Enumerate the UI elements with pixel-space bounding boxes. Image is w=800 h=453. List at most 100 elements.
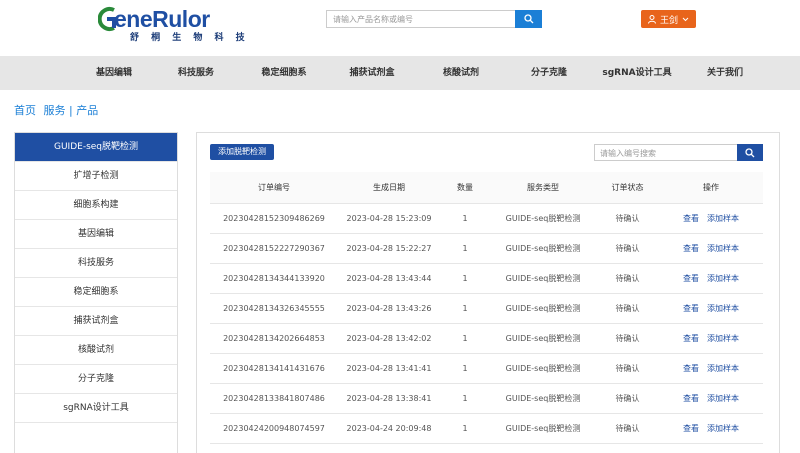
nav-item-nucleic-acid-reagents[interactable]: 核酸试剂 bbox=[443, 56, 479, 90]
cell-service-type: GUIDE-seq脱靶检测 bbox=[490, 293, 596, 324]
cell-date: 2023-04-28 13:42:02 bbox=[338, 323, 440, 354]
cell-order-id: 20230424200948074597 bbox=[210, 413, 338, 444]
add-sample-link[interactable]: 添加样本 bbox=[707, 214, 739, 223]
add-sample-link[interactable]: 添加样本 bbox=[707, 244, 739, 253]
sidebar-item-cell-line-construction[interactable]: 细胞系构建 bbox=[15, 191, 177, 220]
view-order-link[interactable]: 查看 bbox=[683, 244, 699, 253]
add-sample-link[interactable]: 添加样本 bbox=[707, 274, 739, 283]
cell-quantity: 1 bbox=[440, 203, 490, 234]
main-nav: 基因编辑 科技服务 稳定细胞系 捕获试剂盒 核酸试剂 分子克隆 sgRNA设计工… bbox=[0, 56, 800, 90]
sidebar: GUIDE-seq脱靶检测 扩增子检测 细胞系构建 基因编辑 科技服务 稳定细胞… bbox=[14, 132, 178, 453]
cell-service-type: GUIDE-seq脱靶检测 bbox=[490, 353, 596, 384]
view-order-link[interactable]: 查看 bbox=[683, 394, 699, 403]
view-order-link[interactable]: 查看 bbox=[683, 334, 699, 343]
table-row: 20230428134141431676 2023-04-28 13:41:41 1… bbox=[210, 353, 763, 384]
view-order-link[interactable]: 查看 bbox=[683, 424, 699, 433]
cell-actions: 查看 添加样本 bbox=[659, 233, 763, 264]
nav-item-sgrna-design-tool[interactable]: sgRNA设计工具 bbox=[602, 56, 671, 90]
cell-actions: 查看 添加样本 bbox=[659, 383, 763, 414]
cell-service-type: GUIDE-seq脱靶检测 bbox=[490, 233, 596, 264]
cell-service-type: GUIDE-seq脱靶检测 bbox=[490, 383, 596, 414]
sidebar-item-molecular-cloning[interactable]: 分子克隆 bbox=[15, 365, 177, 394]
view-order-link[interactable]: 查看 bbox=[683, 214, 699, 223]
order-search-input[interactable]: 请输入编号搜索 bbox=[594, 144, 737, 161]
sidebar-item-amplicon[interactable]: 扩增子检测 bbox=[15, 162, 177, 191]
cell-actions: 查看 添加样本 bbox=[659, 323, 763, 354]
product-search-input[interactable]: 请输入产品名称或编号 bbox=[326, 10, 515, 28]
cell-actions: 查看 添加样本 bbox=[659, 203, 763, 234]
sidebar-item-sgrna-design-tool[interactable]: sgRNA设计工具 bbox=[15, 394, 177, 423]
cell-actions: 查看 添加样本 bbox=[659, 263, 763, 294]
column-header-service-type: 服务类型 bbox=[490, 172, 596, 204]
table-row: 20230428152227290367 2023-04-28 15:22:27 1… bbox=[210, 233, 763, 264]
cell-status: 待确认 bbox=[596, 413, 659, 444]
user-menu-button[interactable]: 王剑 bbox=[641, 10, 696, 28]
logo[interactable]: eneRulor 舒 桐 生 物 科 技 bbox=[98, 4, 245, 44]
cell-status: 待确认 bbox=[596, 293, 659, 324]
cell-status: 待确认 bbox=[596, 203, 659, 234]
sidebar-item-gene-editing[interactable]: 基因编辑 bbox=[15, 220, 177, 249]
cell-order-id: 20230428133841807486 bbox=[210, 383, 338, 414]
cell-status: 待确认 bbox=[596, 383, 659, 414]
table-row: 20230428134344133920 2023-04-28 13:43:44 1… bbox=[210, 263, 763, 294]
cell-order-id: 20230428134344133920 bbox=[210, 263, 338, 294]
nav-item-stable-cell-lines[interactable]: 稳定细胞系 bbox=[261, 56, 306, 90]
table-header-row: 订单编号 生成日期 数量 服务类型 订单状态 操作 bbox=[210, 172, 763, 204]
cell-date: 2023-04-24 20:09:48 bbox=[338, 413, 440, 444]
nav-item-capture-kits[interactable]: 捕获试剂盒 bbox=[349, 56, 394, 90]
add-sample-link[interactable]: 添加样本 bbox=[707, 304, 739, 313]
view-order-link[interactable]: 查看 bbox=[683, 274, 699, 283]
table-row: 20230428152309486269 2023-04-28 15:23:09 1… bbox=[210, 203, 763, 234]
cell-quantity: 1 bbox=[440, 413, 490, 444]
add-sample-link[interactable]: 添加样本 bbox=[707, 394, 739, 403]
add-offtarget-detection-button[interactable]: 添加脱靶检测 bbox=[210, 144, 274, 160]
table-row: 20230428134326345555 2023-04-28 13:43:26 1… bbox=[210, 293, 763, 324]
column-header-order-id: 订单编号 bbox=[210, 172, 338, 204]
logo-subtitle: 舒 桐 生 物 科 技 bbox=[130, 33, 250, 43]
add-sample-link[interactable]: 添加样本 bbox=[707, 334, 739, 343]
cell-status: 待确认 bbox=[596, 263, 659, 294]
search-icon bbox=[523, 14, 533, 24]
cell-quantity: 1 bbox=[440, 383, 490, 414]
column-header-date: 生成日期 bbox=[338, 172, 440, 204]
add-sample-link[interactable]: 添加样本 bbox=[707, 364, 739, 373]
sidebar-item-nucleic-acid-reagents[interactable]: 核酸试剂 bbox=[15, 336, 177, 365]
search-icon bbox=[745, 147, 755, 157]
nav-item-molecular-cloning[interactable]: 分子克隆 bbox=[531, 56, 567, 90]
cell-actions: 查看 添加样本 bbox=[659, 353, 763, 384]
table-row: 20230428133841807486 2023-04-28 13:38:41 1… bbox=[210, 383, 763, 414]
view-order-link[interactable]: 查看 bbox=[683, 304, 699, 313]
sidebar-item-guide-seq[interactable]: GUIDE-seq脱靶检测 bbox=[15, 133, 177, 162]
product-search-button[interactable] bbox=[515, 10, 542, 28]
breadcrumb: 首页 服务 | 产品 bbox=[14, 102, 102, 118]
cell-quantity: 1 bbox=[440, 353, 490, 384]
sidebar-item-tech-services[interactable]: 科技服务 bbox=[15, 249, 177, 278]
order-search-button[interactable] bbox=[737, 144, 763, 161]
cell-date: 2023-04-28 15:23:09 bbox=[338, 203, 440, 234]
add-sample-link[interactable]: 添加样本 bbox=[707, 424, 739, 433]
nav-item-tech-services[interactable]: 科技服务 bbox=[178, 56, 214, 90]
cell-date: 2023-04-28 13:38:41 bbox=[338, 383, 440, 414]
sidebar-item-capture-kits[interactable]: 捕获试剂盒 bbox=[15, 307, 177, 336]
column-header-quantity: 数量 bbox=[440, 172, 490, 204]
cell-service-type: GUIDE-seq脱靶检测 bbox=[490, 323, 596, 354]
nav-item-about-us[interactable]: 关于我们 bbox=[707, 56, 743, 90]
column-header-status: 订单状态 bbox=[596, 172, 659, 204]
cell-quantity: 1 bbox=[440, 323, 490, 354]
nav-item-gene-editing[interactable]: 基因编辑 bbox=[96, 56, 132, 90]
column-header-actions: 操作 bbox=[659, 172, 763, 204]
sidebar-item-stable-cell-lines[interactable]: 稳定细胞系 bbox=[15, 278, 177, 307]
cell-order-id: 20230428134326345555 bbox=[210, 293, 338, 324]
cell-actions: 查看 添加样本 bbox=[659, 293, 763, 324]
cell-order-id: 20230428134141431676 bbox=[210, 353, 338, 384]
cell-quantity: 1 bbox=[440, 293, 490, 324]
cell-service-type: GUIDE-seq脱靶检测 bbox=[490, 413, 596, 444]
chevron-down-icon bbox=[682, 17, 689, 21]
view-order-link[interactable]: 查看 bbox=[683, 364, 699, 373]
breadcrumb-home[interactable]: 首页 bbox=[14, 104, 36, 117]
cell-service-type: GUIDE-seq脱靶检测 bbox=[490, 263, 596, 294]
breadcrumb-section[interactable]: 服务 | 产品 bbox=[44, 104, 99, 117]
cell-status: 待确认 bbox=[596, 233, 659, 264]
logo-text: eneRulor bbox=[114, 6, 210, 32]
cell-order-id: 20230428152309486269 bbox=[210, 203, 338, 234]
